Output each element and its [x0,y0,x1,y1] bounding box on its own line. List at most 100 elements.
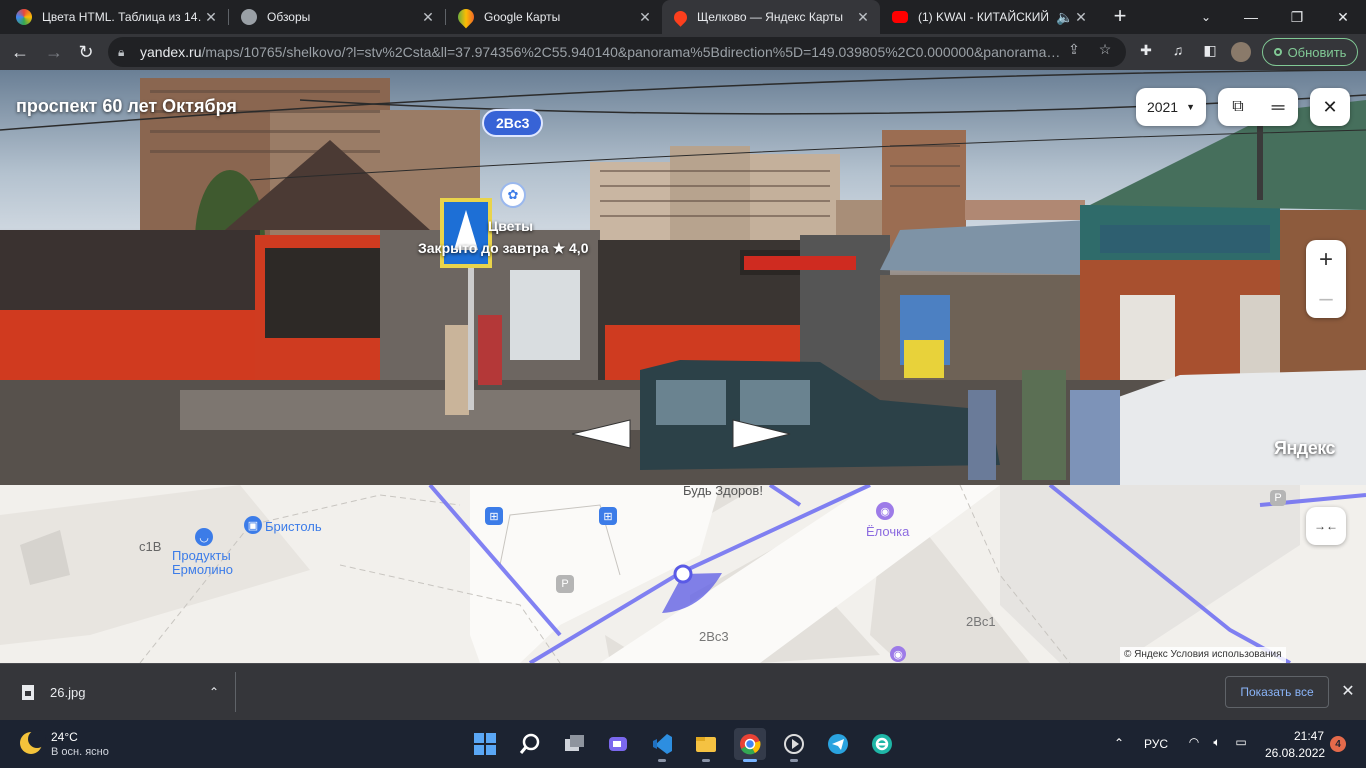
file-explorer-button[interactable] [690,728,722,762]
notification-badge[interactable]: 4 [1330,736,1346,752]
show-hidden-icons[interactable]: ⌃ [1114,736,1124,750]
map-label-2vs3: 2Вс3 [699,629,729,644]
poi-status: Закрыто до завтра ★ 4,0 [418,240,589,256]
yandex-maps-icon [671,7,690,27]
show-all-downloads-button[interactable]: Показать все [1225,676,1329,708]
tab-title: Щелково — Яндекс Карты [697,10,844,24]
bookmark-star-icon[interactable]: ☆ [1096,41,1114,59]
close-tab-icon[interactable]: ✕ [636,9,654,26]
close-tab-icon[interactable]: ✕ [1072,9,1090,26]
clock-time[interactable]: 21:47 [1294,729,1324,743]
parking-icon[interactable]: P [556,575,574,593]
open-external-icon[interactable]: ⧉ [1218,98,1258,116]
store-icon[interactable]: ◉ [890,646,906,662]
edge-button[interactable] [866,728,898,760]
search-button[interactable] [514,728,546,760]
browser-toolbar: ← → ↻ 🔒︎ yandex.ru/maps/10765/shelkovo/?… [0,34,1366,70]
close-downloads-icon[interactable]: ✕ [1338,682,1358,702]
moon-weather-icon[interactable] [20,730,46,754]
tab-strip: Цвета HTML. Таблица из 14… ✕ Обзоры ✕ Go… [0,0,1366,34]
shop-bag-icon[interactable]: ▣ [244,516,262,534]
vscode-icon [653,734,672,754]
forward-icon[interactable]: → [40,38,68,66]
mini-map[interactable]: Будь Здоров! ⊞ ⊞ P P ◡ ▣ Бристоль с1В Пр… [0,485,1366,663]
url-text: yandex.ru/maps/10765/shelkovo/?l=stv%2Cs… [140,44,1060,60]
minimize-icon[interactable]: — [1228,0,1274,34]
close-tab-icon[interactable]: ✕ [419,9,437,26]
house-number-badge[interactable]: 2Вс3 [482,109,544,137]
chat-icon [609,737,627,751]
colorwheel-icon [16,9,32,25]
share-icon[interactable]: ⇪ [1065,41,1083,59]
close-panorama-icon[interactable]: ✕ [1310,88,1350,126]
start-button[interactable] [469,728,501,760]
restore-icon[interactable]: ❐ [1274,0,1320,34]
weather-temperature[interactable]: 24°C [51,730,78,744]
update-button[interactable]: Обновить [1262,38,1358,66]
windows-taskbar: 24°C В осн. ясно ⌃ РУС ◠ 🔈︎ ▭ 21:47 26.0… [0,720,1366,768]
task-view-button[interactable] [558,728,590,760]
weather-description[interactable]: В осн. ясно [51,746,109,758]
wifi-icon[interactable]: ◠ [1185,735,1203,753]
reload-icon[interactable]: ↻ [72,38,100,66]
download-item[interactable]: 26.jpg ⌃ [10,672,236,712]
media-player-button[interactable] [778,728,810,762]
telegram-button[interactable] [822,728,854,760]
back-icon[interactable]: ← [6,38,34,66]
street-view-panorama[interactable]: проспект 60 лет Октября 2Вс3 2021 ▼ ⧉ ═ … [0,70,1366,485]
map-copyright[interactable]: © Яндекс Условия использования [1120,647,1286,663]
tab-yandex-maps[interactable]: Щелково — Яндекс Карты ✕ [662,0,880,34]
zoom-out-button[interactable]: – [1306,279,1346,318]
vscode-button[interactable] [646,728,678,762]
folder-icon [696,737,716,752]
bus-stop-icon[interactable]: ⊞ [485,507,503,525]
menu-icon[interactable] [1361,42,1365,62]
youtube-icon [892,11,908,23]
map-label-2vs1: 2Вс1 [966,614,996,629]
search-icon [519,733,540,754]
map-label-produkty[interactable]: Продукты [172,548,231,563]
flower-shop-icon[interactable]: ✿ [500,182,526,208]
input-language[interactable]: РУС [1144,737,1168,751]
tab-youtube[interactable]: (1) KWAI - КИТАЙСКИЙ 🔈 ✕ [880,0,1098,34]
map-label-bud-zdorov[interactable]: Будь Здоров! [683,485,763,498]
bus-stop-icon[interactable]: ⊞ [599,507,617,525]
profile-avatar[interactable] [1231,42,1251,62]
address-bar[interactable]: 🔒︎ yandex.ru/maps/10765/shelkovo/?l=stv%… [108,37,1126,67]
media-controls-icon[interactable]: ♫ [1168,42,1188,62]
year-selector[interactable]: 2021 ▼ [1136,88,1206,126]
clock-date[interactable]: 26.08.2022 [1265,746,1325,760]
new-tab-button[interactable]: + [1108,4,1132,28]
map-label-bristol[interactable]: Бристоль [265,519,322,534]
update-indicator-icon [1273,48,1282,56]
volume-icon[interactable]: 🔈︎ [1208,735,1226,753]
menu-lines-icon[interactable]: ═ [1258,97,1298,118]
yandex-logo: Яндекс [1274,438,1336,458]
chevron-up-icon[interactable]: ⌃ [209,685,219,699]
collapse-map-button[interactable]: →← [1306,507,1346,545]
grocery-basket-icon[interactable]: ◡ [195,528,213,546]
store-icon[interactable]: ◉ [876,502,894,520]
chrome-button[interactable] [734,728,766,762]
tab-search-icon[interactable]: ⌄ [1183,0,1229,34]
close-tab-icon[interactable]: ✕ [202,9,220,26]
teams-chat-button[interactable] [602,728,634,760]
side-panel-icon[interactable]: ◧ [1200,42,1220,62]
close-tab-icon[interactable]: ✕ [854,9,872,26]
tab-reviews[interactable]: Обзоры ✕ [229,0,445,34]
tab-google-maps[interactable]: Google Карты ✕ [446,0,662,34]
poi-name[interactable]: Цветы [488,218,533,234]
zoom-in-button[interactable]: + [1306,240,1346,279]
running-indicator [658,759,666,762]
panorama-scene [0,70,1366,485]
map-label-elochka[interactable]: Ёлочка [866,524,909,539]
extensions-icon[interactable]: ✚ [1136,42,1156,62]
map-label-ermolino[interactable]: Ермолино [172,562,233,577]
url-host: yandex.ru [140,44,202,60]
close-window-icon[interactable]: ✕ [1320,0,1366,34]
tab-html-colors[interactable]: Цвета HTML. Таблица из 14… ✕ [4,0,228,34]
panorama-tools: ⧉ ═ [1218,88,1298,126]
parking-icon[interactable]: P [1270,490,1286,506]
url-path: /maps/10765/shelkovo/?l=stv%2Csta&ll=37.… [201,44,1060,60]
battery-icon[interactable]: ▭ [1232,735,1250,753]
